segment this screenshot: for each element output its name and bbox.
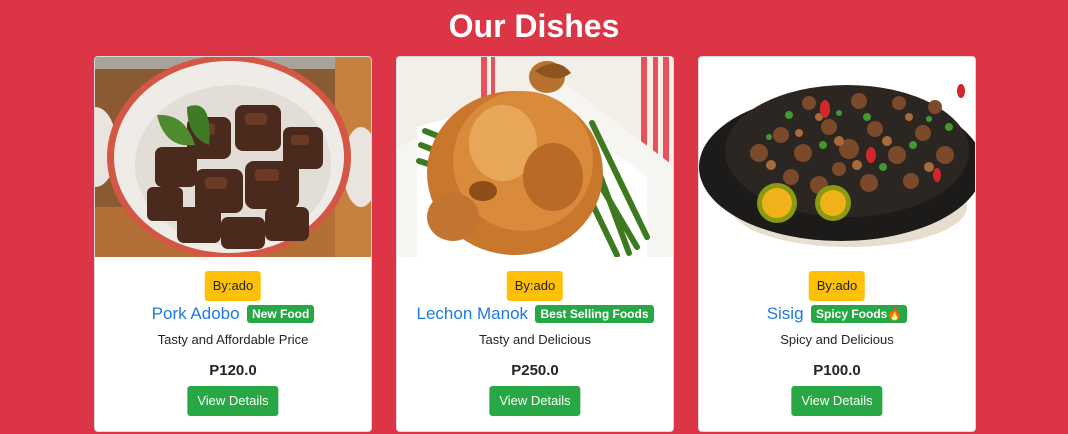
dish-title-row: Sisig Spicy Foods🔥 [699, 303, 975, 325]
author-badge: By:ado [506, 271, 564, 301]
view-details-button[interactable]: View Details [187, 386, 279, 416]
sisig-image [699, 57, 975, 257]
dish-card-sisig: By:ado Sisig Spicy Foods🔥 Spicy and Deli… [698, 56, 976, 432]
pork-adobo-image [95, 57, 371, 257]
dish-title-row: Lechon Manok Best Selling Foods [397, 303, 673, 325]
tag-badge: New Food [247, 305, 315, 323]
tag-badge: Spicy Foods🔥 [811, 305, 908, 323]
dish-description: Tasty and Delicious [479, 332, 591, 347]
dish-price: P120.0 [209, 362, 257, 379]
dish-name[interactable]: Lechon Manok [417, 304, 529, 323]
dish-price: P100.0 [813, 362, 861, 379]
view-details-button[interactable]: View Details [489, 386, 581, 416]
dish-name[interactable]: Pork Adobo [152, 304, 240, 323]
author-badge: By:ado [808, 271, 866, 301]
tag-badge: Best Selling Foods [535, 305, 654, 323]
dish-name[interactable]: Sisig [767, 304, 804, 323]
dish-card-lechon-manok: By:ado Lechon Manok Best Selling Foods T… [396, 56, 674, 432]
dish-title-row: Pork Adobo New Food [95, 303, 371, 325]
lechon-manok-image [397, 57, 673, 257]
dish-description: Tasty and Affordable Price [157, 332, 309, 347]
dish-description: Spicy and Delicious [780, 332, 894, 347]
page-title: Our Dishes [448, 8, 620, 44]
dish-price: P250.0 [511, 362, 559, 379]
view-details-button[interactable]: View Details [791, 386, 883, 416]
dish-card-pork-adobo: By:ado Pork Adobo New Food Tasty and Aff… [94, 56, 372, 432]
author-badge: By:ado [204, 271, 262, 301]
